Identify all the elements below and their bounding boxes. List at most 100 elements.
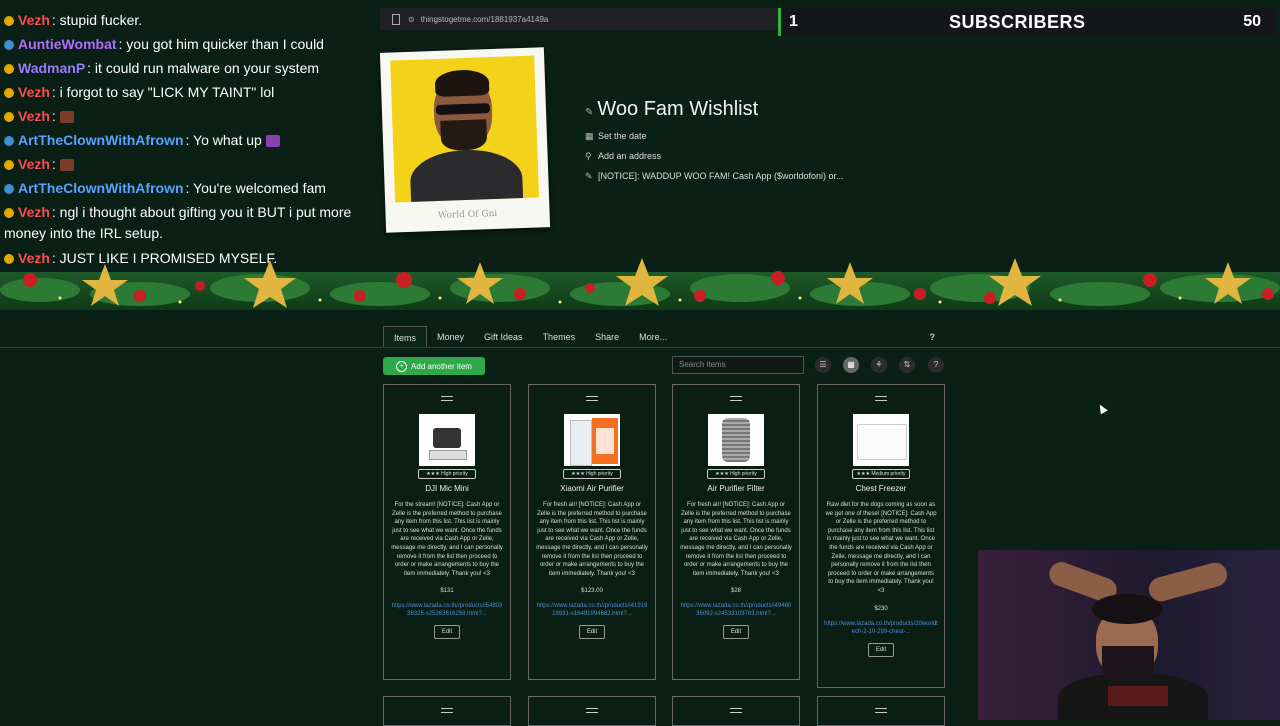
item-image[interactable] (708, 414, 764, 466)
item-link[interactable]: https://www.lazada.co.th/products/20worl… (824, 620, 938, 636)
item-name[interactable]: Air Purifier Filter (673, 484, 799, 493)
tab-items[interactable]: Items (383, 326, 428, 348)
profile-photo-frame[interactable]: World Of Gni (379, 47, 551, 233)
photo-caption: World Of Gni (437, 208, 498, 221)
item-name[interactable]: Chest Freezer (818, 484, 944, 493)
badge-icon (4, 40, 14, 51)
chat-username: Vezh (18, 84, 50, 100)
subscriber-label: SUBSCRIBERS (949, 11, 1086, 32)
emote-icon (265, 135, 280, 148)
add-address-link[interactable]: ⚲ Add an address (585, 151, 661, 162)
wishlist-notice[interactable]: ✎ [NOTICE]: WADDUP WOO FAM! Cash App ($wo… (585, 171, 844, 182)
drag-handle-icon[interactable] (441, 708, 453, 713)
chat-text: : You're welcomed fam (185, 180, 326, 196)
item-name[interactable]: Xiaomi Air Purifier (529, 484, 655, 493)
add-item-button[interactable]: + Add another item (383, 357, 485, 375)
priority-badge: ★★★ High priority (418, 469, 476, 479)
chat-message: Vezh: (4, 108, 74, 124)
drag-handle-icon[interactable] (586, 708, 598, 713)
grid-view-icon[interactable]: ▦ (843, 357, 859, 373)
chat-text: : ngl i thought about gifting you it BUT… (4, 204, 352, 241)
priority-badge: ★★★ High priority (707, 469, 765, 479)
badge-icon (4, 64, 14, 75)
chat-username: Vezh (18, 204, 50, 220)
tabs-help-icon[interactable]: ? (930, 326, 946, 348)
drag-handle-icon[interactable] (875, 708, 887, 713)
chat-text: : it could run malware on your system (87, 60, 320, 76)
drag-handle-icon[interactable] (875, 396, 887, 401)
chat-message: Vezh: (4, 156, 74, 172)
item-card[interactable]: ★★★ High priority Xiaomi Air Purifier Fo… (528, 384, 656, 680)
site-info-icon[interactable]: ⊜ (408, 15, 415, 24)
badge-icon (4, 88, 14, 99)
tab-share[interactable]: Share (585, 326, 629, 348)
item-card[interactable] (383, 696, 511, 726)
drag-handle-icon[interactable] (730, 396, 742, 401)
chat-username: ArtTheClownWithAfrown (18, 132, 184, 148)
drag-handle-icon[interactable] (441, 396, 453, 401)
url-text[interactable]: thingstogetme.com/1881937a4149a (421, 15, 549, 24)
item-card[interactable] (817, 696, 945, 726)
item-card[interactable]: ★★★ Medium priority Chest Freezer Raw di… (817, 384, 945, 688)
item-name[interactable]: DJI Mic Mini (384, 484, 510, 493)
item-description: Raw diet for the dogs coming as soon as … (825, 502, 937, 594)
bookmark-icon[interactable] (392, 13, 400, 25)
item-image[interactable] (564, 414, 620, 466)
plus-icon: + (396, 360, 408, 372)
filter-icon[interactable]: ⚘ (871, 357, 887, 373)
wishlist-title[interactable]: ✎ Woo Fam Wishlist (585, 98, 758, 121)
subscriber-count: 1 (789, 13, 798, 30)
list-view-icon[interactable]: ☰ (815, 357, 831, 373)
tab-themes[interactable]: Themes (533, 326, 586, 348)
mouse-cursor-icon (1096, 402, 1108, 415)
location-pin-icon: ⚲ (585, 151, 592, 161)
tab-gift-ideas[interactable]: Gift Ideas (474, 326, 533, 348)
item-link[interactable]: https://www.lazada.co.th//products/i5480… (390, 602, 504, 618)
chat-username: Vezh (18, 108, 50, 124)
edit-button[interactable]: Edit (434, 625, 460, 640)
badge-icon (4, 184, 14, 195)
badge-icon (4, 160, 14, 171)
calendar-icon: ▦ (585, 131, 594, 141)
webcam-overlay (978, 550, 1280, 720)
item-image[interactable] (419, 414, 475, 466)
item-card[interactable]: ★★★ High priority DJI Mic Mini For the s… (383, 384, 511, 680)
chat-message: ArtTheClownWithAfrown: Yo what up (4, 132, 280, 148)
chat-message: WadmanP: it could run malware on your sy… (4, 60, 319, 76)
chat-username: ArtTheClownWithAfrown (18, 180, 184, 196)
subscriber-goal-widget: 1 SUBSCRIBERS 50 (778, 8, 1275, 36)
tab-more[interactable]: More... (629, 326, 677, 348)
badge-icon (4, 136, 14, 147)
pencil-icon[interactable]: ✎ (585, 107, 593, 118)
item-card[interactable]: ★★★ High priority Air Purifier Filter Fo… (672, 384, 800, 680)
item-link[interactable]: https://www.lazada.co.th//products/i4191… (535, 602, 649, 618)
tab-divider (0, 347, 1280, 348)
sort-icon[interactable]: ⇅ (899, 357, 915, 373)
chat-username: AuntieWombat (18, 36, 117, 52)
chat-text: : (51, 156, 56, 172)
edit-button[interactable]: Edit (723, 625, 749, 640)
item-price: $230 (874, 605, 888, 612)
drag-handle-icon[interactable] (730, 708, 742, 713)
item-card[interactable] (672, 696, 800, 726)
item-image[interactable] (853, 414, 909, 466)
help-icon[interactable]: ? (928, 357, 944, 373)
emote-icon (59, 111, 74, 124)
emote-icon (59, 159, 74, 172)
set-date-link[interactable]: ▦ Set the date (585, 131, 647, 142)
stream-chat-overlay: Vezh: stupid fucker. AuntieWombat: you g… (0, 0, 370, 270)
edit-button[interactable]: Edit (579, 625, 605, 640)
drag-handle-icon[interactable] (586, 396, 598, 401)
badge-icon (4, 208, 14, 219)
tab-money[interactable]: Money (427, 326, 474, 348)
edit-button[interactable]: Edit (868, 642, 894, 657)
pencil-icon: ✎ (585, 171, 593, 181)
item-card[interactable] (528, 696, 656, 726)
add-address-label: Add an address (598, 151, 662, 161)
item-link[interactable]: https://www.lazada.co.th//products/i4948… (679, 602, 793, 618)
wishlist-title-text: Woo Fam Wishlist (597, 98, 759, 120)
search-input[interactable]: Search items (672, 356, 804, 374)
chat-message: Vezh: stupid fucker. (4, 12, 142, 28)
item-price: $123.00 (581, 588, 603, 595)
item-price: $131 (440, 588, 454, 595)
